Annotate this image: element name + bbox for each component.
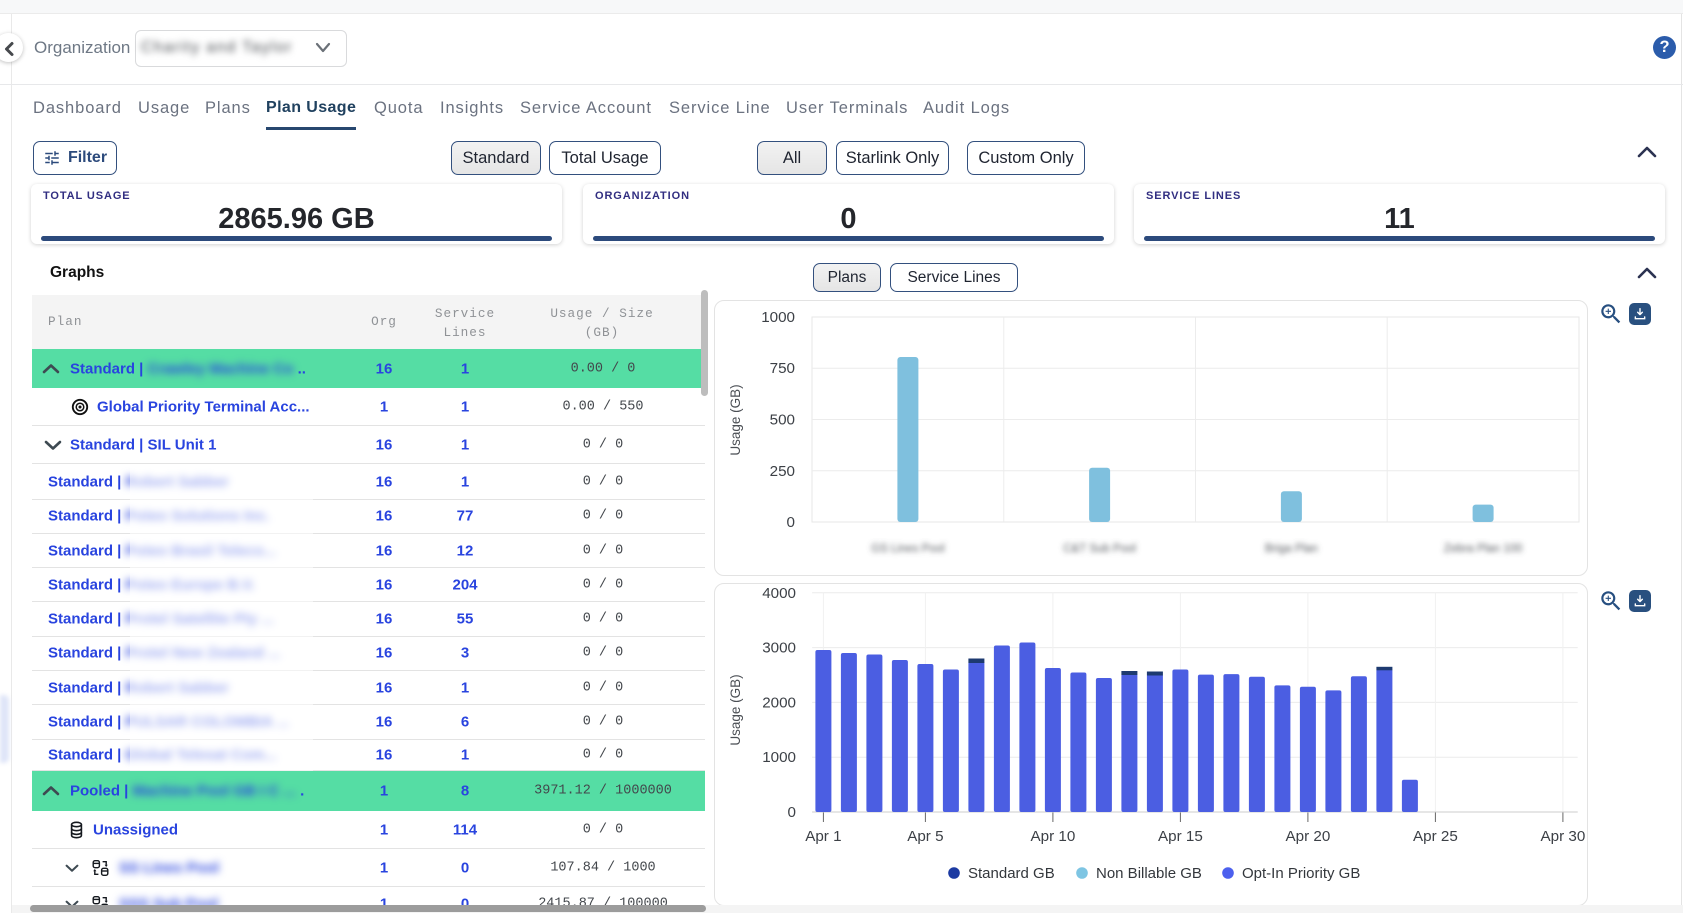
svg-text:Zebra Plan 100: Zebra Plan 100 xyxy=(1444,543,1523,555)
svg-text:Apr 20: Apr 20 xyxy=(1286,828,1331,845)
svg-text:750: 750 xyxy=(770,360,795,377)
svg-text:2000: 2000 xyxy=(762,694,796,711)
svg-text:250: 250 xyxy=(770,463,795,480)
svg-text:Apr 10: Apr 10 xyxy=(1031,828,1076,845)
svg-text:GS Lines Pool: GS Lines Pool xyxy=(871,543,945,555)
svg-text:Apr 15: Apr 15 xyxy=(1158,828,1203,845)
svg-text:Non Billable GB: Non Billable GB xyxy=(1096,865,1202,882)
svg-text:Apr 5: Apr 5 xyxy=(907,828,943,845)
svg-text:500: 500 xyxy=(770,412,795,429)
svg-text:3000: 3000 xyxy=(762,640,796,657)
svg-text:Apr 1: Apr 1 xyxy=(805,828,841,845)
svg-text:Apr 30: Apr 30 xyxy=(1541,828,1586,845)
svg-text:C&T Sub Pool: C&T Sub Pool xyxy=(1063,543,1136,555)
svg-text:Usage (GB): Usage (GB) xyxy=(728,674,743,745)
svg-text:Standard GB: Standard GB xyxy=(968,865,1055,882)
svg-text:0: 0 xyxy=(787,514,795,531)
svg-text:Usage (GB): Usage (GB) xyxy=(728,384,743,455)
svg-text:4000: 4000 xyxy=(762,585,796,602)
svg-text:Briga Plan: Briga Plan xyxy=(1265,543,1318,555)
svg-text:Apr 25: Apr 25 xyxy=(1413,828,1458,845)
svg-text:1000: 1000 xyxy=(762,749,796,766)
svg-text:Opt-In Priority GB: Opt-In Priority GB xyxy=(1242,865,1360,882)
svg-text:0: 0 xyxy=(788,804,796,821)
svg-text:1000: 1000 xyxy=(761,309,795,326)
